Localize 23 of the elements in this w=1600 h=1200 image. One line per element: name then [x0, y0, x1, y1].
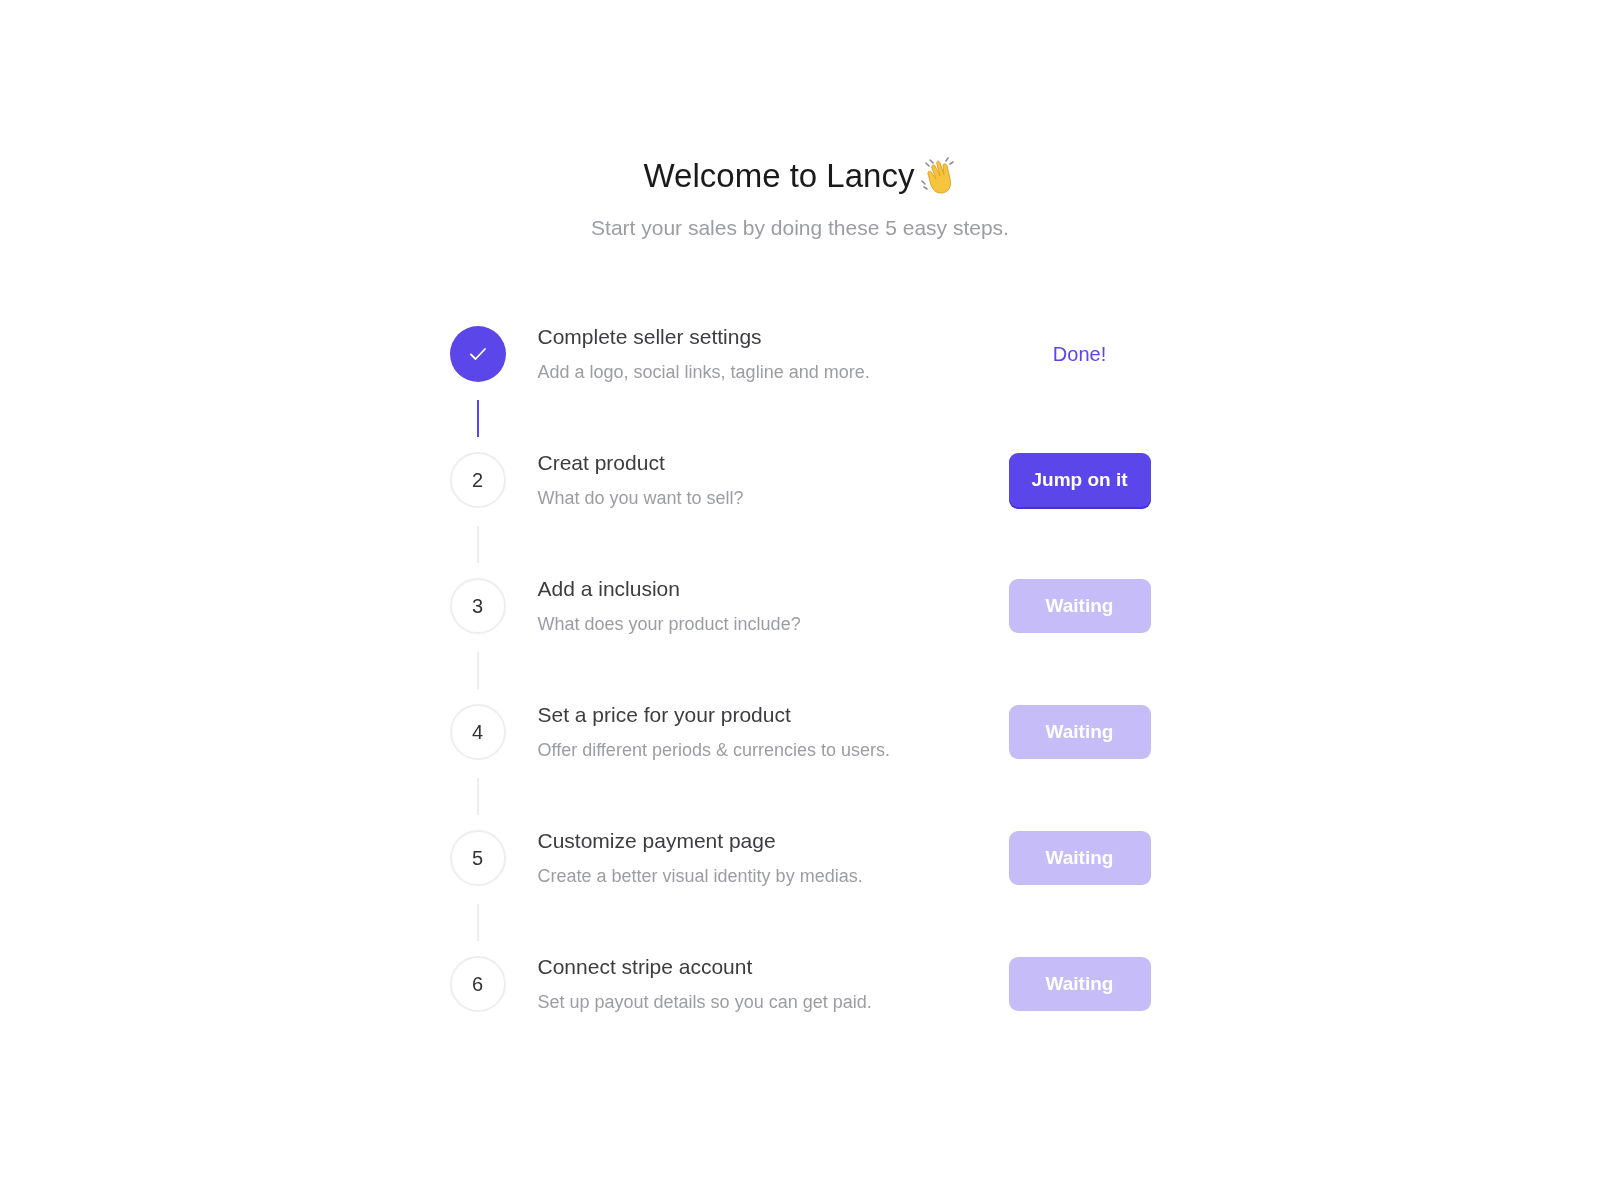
step-title: Add a inclusion [537, 576, 681, 602]
step-description: What do you want to sell? [537, 487, 745, 510]
step-number: 3 [449, 578, 506, 634]
step-description: Create a better visual identity by medias. [537, 865, 864, 888]
step-description: Offer different periods & currencies to users. [537, 739, 891, 762]
step-title: Complete seller settings [537, 324, 763, 350]
step-description: Add a logo, social links, tagline and more. [537, 361, 871, 384]
step-number: 2 [449, 452, 506, 508]
step-title: Creat product [537, 450, 666, 476]
step-description: Set up payout details so you can get paid. [537, 991, 873, 1014]
step-connector [476, 400, 479, 437]
done-label: Done! [1052, 342, 1107, 367]
step-number: 4 [449, 704, 506, 760]
step-number: 6 [449, 956, 506, 1012]
step-title: Connect stripe account [537, 954, 754, 980]
step-description: What does your product include? [537, 613, 802, 636]
jump-on-it-button[interactable]: Jump on it [1008, 453, 1151, 507]
step-title: Set a price for your product [537, 702, 792, 728]
page-title: Welcome to Lancy [643, 156, 915, 196]
waving-hand-icon [920, 157, 957, 195]
step-title: Customize payment page [537, 828, 777, 854]
page-subtitle: Start your sales by doing these 5 easy steps. [591, 215, 1009, 241]
step-number: 5 [449, 830, 506, 886]
